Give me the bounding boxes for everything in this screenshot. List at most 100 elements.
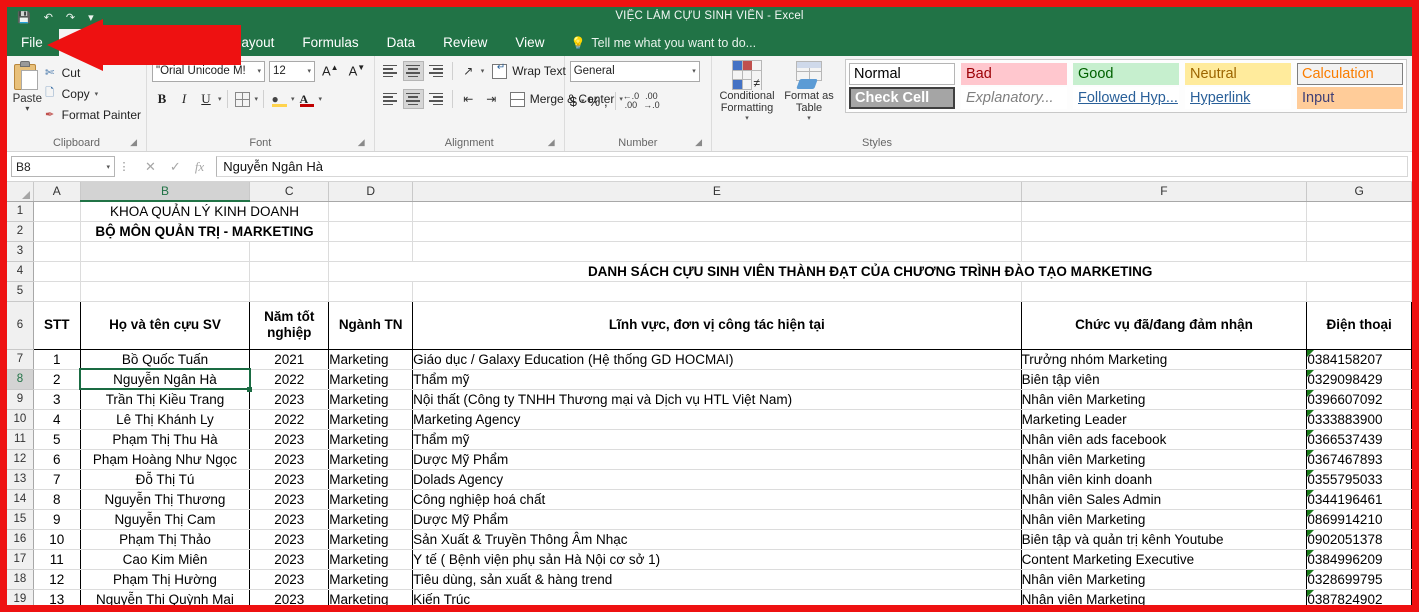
number-dialog-launcher-icon[interactable]: ◢ (695, 135, 702, 150)
cell-G1[interactable] (1306, 201, 1412, 222)
row-header-17[interactable]: 17 (7, 549, 34, 570)
cell-phone[interactable]: 0902051378 (1306, 529, 1412, 550)
tab-review[interactable]: Review (429, 29, 501, 56)
cell-stt[interactable]: 13 (32, 589, 81, 605)
cell-position[interactable]: Nhân viên ads facebook (1021, 429, 1308, 450)
row-header-10[interactable]: 10 (7, 409, 34, 430)
column-header-G[interactable]: G (1306, 182, 1412, 202)
cell-stt[interactable]: 5 (32, 429, 81, 450)
cell-style-hyperlink[interactable]: Hyperlink (1185, 87, 1291, 109)
cell-style-normal[interactable]: Normal (849, 63, 955, 85)
cell-major[interactable]: Marketing (328, 589, 414, 605)
cell-D2[interactable] (328, 221, 414, 242)
cell-r5-c6[interactable] (1306, 281, 1412, 302)
cell-stt[interactable]: 3 (32, 389, 81, 410)
tab-file[interactable]: File (7, 29, 59, 56)
cell-r3-c5[interactable] (1021, 241, 1308, 262)
cell-stt[interactable]: 2 (32, 369, 81, 390)
formula-input[interactable]: Nguyễn Ngân Hà (216, 156, 1408, 177)
cell-position[interactable]: Nhân viên Marketing (1021, 389, 1308, 410)
chevron-down-icon[interactable]: ▾ (25, 105, 29, 113)
cell-style-explanatory[interactable]: Explanatory... (961, 87, 1067, 109)
cell-r3-c6[interactable] (1306, 241, 1412, 262)
align-right-button[interactable] (426, 89, 447, 109)
cell-r3-c1[interactable] (80, 241, 251, 262)
row-header-5[interactable]: 5 (7, 281, 34, 302)
cell-position[interactable]: Nhân viên Marketing (1021, 509, 1308, 530)
cell-year[interactable]: 2023 (249, 469, 330, 490)
cell-styles-gallery[interactable]: Normal Bad Good Neutral Calculation Check Cel… (845, 59, 1407, 113)
row-header-9[interactable]: 9 (7, 389, 34, 410)
cell-A2[interactable] (33, 221, 81, 242)
cell-name[interactable]: Trần Thị Kiều Trang (80, 389, 251, 410)
cell-name[interactable]: Nguyễn Thị Thương (80, 489, 251, 510)
cell-stt[interactable]: 4 (32, 409, 81, 430)
cell-position[interactable]: Nhân viên kinh doanh (1021, 469, 1308, 490)
cell-D4-report-title[interactable]: DANH SÁCH CỰU SINH VIÊN THÀNH ĐẠT CỦA CH… (328, 261, 1412, 282)
name-box[interactable]: B8 ▾ (11, 156, 115, 177)
cell-phone[interactable]: 0344196461 (1306, 489, 1412, 510)
cell-year[interactable]: 2023 (249, 489, 330, 510)
cell-position[interactable]: Biên tập và quản trị kênh Youtube (1021, 529, 1308, 550)
row-header-8[interactable]: 8 (7, 369, 34, 390)
cell-r5-c4[interactable] (412, 281, 1022, 302)
row-header-14[interactable]: 14 (7, 489, 34, 510)
cell-major[interactable]: Marketing (328, 409, 414, 430)
chevron-down-icon[interactable]: ▾ (106, 163, 110, 171)
cell-field[interactable]: Dược Mỹ Phẩm (412, 509, 1022, 530)
row-header-1[interactable]: 1 (7, 201, 34, 222)
cell-year[interactable]: 2023 (249, 449, 330, 470)
font-size-input[interactable]: 12 ▾ (269, 60, 315, 82)
cell-field[interactable]: Dược Mỹ Phẩm (412, 449, 1022, 470)
chevron-down-icon[interactable]: ▾ (745, 114, 749, 122)
cell-year[interactable]: 2022 (249, 369, 330, 390)
cell-major[interactable]: Marketing (328, 489, 414, 510)
tab-home[interactable]: Home (58, 29, 123, 56)
align-left-button[interactable] (380, 89, 401, 109)
column-header-E[interactable]: E (412, 182, 1022, 202)
increase-indent-button[interactable]: ⇥ (481, 89, 502, 109)
cell-field[interactable]: Nội thất (Công ty TNHH Thương mại và Dịc… (412, 389, 1022, 410)
cell-year[interactable]: 2023 (249, 549, 330, 570)
copy-button[interactable]: 🗋 Copy ▾ (43, 84, 141, 103)
chevron-down-icon[interactable]: ▾ (481, 67, 485, 75)
chevron-down-icon[interactable]: ▾ (291, 95, 295, 103)
header-stt[interactable]: STT (32, 300, 81, 350)
cell-A1[interactable] (33, 201, 81, 222)
cell-r5-c2[interactable] (249, 281, 330, 302)
wrap-text-button[interactable]: Wrap Text (486, 62, 566, 79)
cell-r5-c0[interactable] (33, 281, 81, 302)
cell-stt[interactable]: 11 (32, 549, 81, 570)
row-header-15[interactable]: 15 (7, 509, 34, 530)
clipboard-dialog-launcher-icon[interactable]: ◢ (130, 135, 137, 150)
format-painter-button[interactable]: ✒ Format Painter (43, 105, 141, 124)
cell-name[interactable]: Phạm Thị Thu Hà (80, 429, 251, 450)
cell-phone[interactable]: 0396607092 (1306, 389, 1412, 410)
align-bottom-button[interactable] (426, 61, 447, 81)
italic-button[interactable]: I (174, 89, 194, 109)
cell-name[interactable]: Phạm Thị Hường (80, 569, 251, 590)
cell-year[interactable]: 2023 (249, 509, 330, 530)
cell-position[interactable]: Content Marketing Executive (1021, 549, 1308, 570)
cell-name[interactable]: Cao Kim Miên (80, 549, 251, 570)
header-major[interactable]: Ngành TN (328, 300, 414, 350)
cell-name[interactable]: Phạm Thị Thảo (80, 529, 251, 550)
cell-phone[interactable]: 0366537439 (1306, 429, 1412, 450)
cell-name[interactable]: Đỗ Thị Tú (80, 469, 251, 490)
grow-font-button[interactable]: A▲ (319, 63, 342, 78)
cell-phone[interactable]: 0384996209 (1306, 549, 1412, 570)
tab-view[interactable]: View (501, 29, 558, 56)
column-header-A[interactable]: A (33, 182, 81, 202)
cell-position[interactable]: Biên tập viên (1021, 369, 1308, 390)
cut-button[interactable]: ✄ Cut (43, 63, 141, 82)
cell-year[interactable]: 2023 (249, 569, 330, 590)
cell-position[interactable]: Nhân viên Sales Admin (1021, 489, 1308, 510)
cell-field[interactable]: Sản Xuất & Truyền Thông Âm Nhạc (412, 529, 1022, 550)
column-header-C[interactable]: C (249, 182, 330, 202)
tab-formulas[interactable]: Formulas (288, 29, 372, 56)
header-phone[interactable]: Điện thoại (1306, 300, 1412, 350)
cell-field[interactable]: Kiến Trúc (412, 589, 1022, 605)
cell-year[interactable]: 2023 (249, 429, 330, 450)
comma-format-button[interactable]: , (604, 94, 608, 109)
cell-major[interactable]: Marketing (328, 369, 414, 390)
